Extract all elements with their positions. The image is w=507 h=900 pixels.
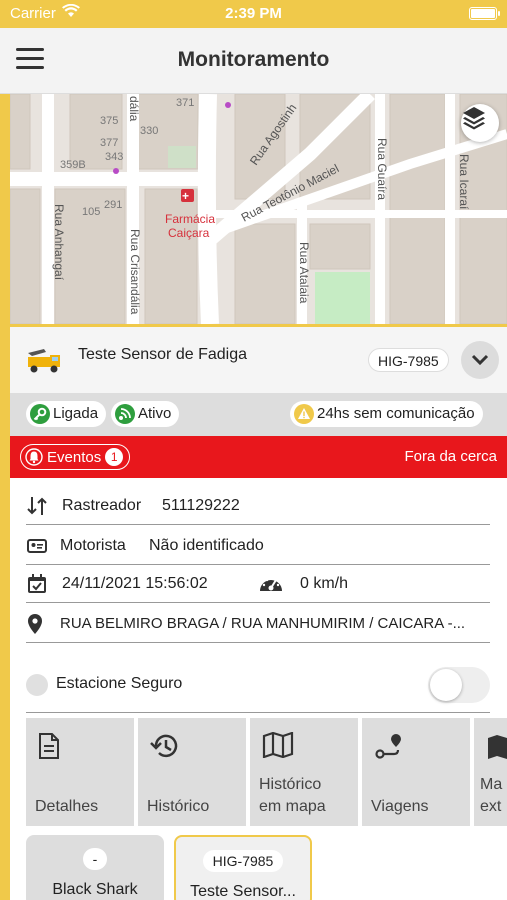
route-icon bbox=[374, 732, 404, 765]
vehicle-card-selected[interactable]: HIG-7985 Teste Sensor... bbox=[174, 835, 312, 900]
events-count-badge: 1 bbox=[105, 448, 124, 466]
map-number: 330 bbox=[140, 125, 158, 137]
map-view[interactable]: 371 375 330 377 343 359B 105 291 Rua Ago… bbox=[10, 94, 507, 324]
layers-button[interactable] bbox=[461, 104, 499, 142]
tracker-row: Rastreador 511129222 bbox=[26, 487, 490, 525]
driver-row: Motorista Não identificado bbox=[26, 527, 490, 565]
street-label: Rua Atalaia bbox=[297, 242, 311, 304]
warning-icon bbox=[294, 404, 314, 424]
vehicle-card-title: Teste Sensor... bbox=[190, 883, 296, 900]
vehicle-card-plate: - bbox=[82, 848, 108, 870]
map-number: 343 bbox=[105, 151, 123, 163]
map-number: 105 bbox=[82, 206, 100, 218]
vehicle-card-title: Black Shark bbox=[52, 881, 138, 898]
signal-icon bbox=[115, 404, 135, 424]
ignition-badge: Ligada bbox=[26, 401, 107, 427]
poi-label: Farmácia bbox=[165, 212, 215, 226]
vehicle-card-plate: HIG-7985 bbox=[202, 850, 284, 872]
street-label: Rua Icaraí bbox=[457, 154, 471, 210]
communication-badge: 24hs sem comunicação bbox=[290, 401, 483, 427]
datetime-speed-row: 24/11/2021 15:56:02 0 km/h bbox=[26, 565, 490, 603]
address-row: RUA BELMIRO BRAGA / RUA MANHUMIRIM / CAI… bbox=[26, 605, 490, 643]
layers-icon bbox=[463, 107, 485, 130]
document-icon bbox=[38, 732, 60, 765]
active-badge: Ativo bbox=[111, 401, 180, 427]
status-bar: Carrier 2:39 PM bbox=[0, 0, 507, 28]
street-label: Rua Anhangaí bbox=[52, 204, 66, 281]
calendar-check-icon bbox=[26, 573, 48, 600]
details-action[interactable]: Detalhes bbox=[26, 718, 134, 826]
street-label: dália bbox=[127, 96, 141, 122]
safe-parking-indicator bbox=[26, 674, 48, 696]
vehicle-plate-badge: HIG-7985 bbox=[368, 348, 449, 372]
location-pin-icon bbox=[26, 613, 44, 640]
poi-label: Caiçara bbox=[168, 226, 210, 240]
safe-parking-label: Estacione Seguro bbox=[56, 675, 183, 692]
driver-label: Motorista bbox=[60, 537, 126, 554]
history-map-action[interactable]: Histórico em mapa bbox=[250, 718, 358, 826]
page-title: Monitoramento bbox=[177, 48, 330, 71]
safe-parking-row: Estacione Seguro bbox=[26, 667, 490, 703]
safe-parking-toggle[interactable] bbox=[428, 667, 490, 703]
map-marker-icon bbox=[486, 732, 507, 765]
bell-icon bbox=[25, 448, 43, 466]
map-number: 371 bbox=[176, 97, 194, 109]
vehicle-sheet: Teste Sensor de Fadiga HIG-7985 Ligada A… bbox=[10, 324, 507, 900]
active-label: Ativo bbox=[138, 405, 172, 422]
key-icon bbox=[30, 404, 50, 424]
street-label: Rua Guaíra bbox=[375, 138, 389, 200]
events-button[interactable]: Eventos 1 bbox=[20, 444, 131, 470]
id-card-icon bbox=[26, 535, 48, 562]
folded-map-icon bbox=[262, 731, 294, 763]
expand-button[interactable] bbox=[461, 341, 499, 379]
events-label: Eventos bbox=[47, 448, 102, 466]
driver-value: Não identificado bbox=[149, 537, 264, 554]
side-accent-strip bbox=[0, 94, 10, 900]
geofence-alert: Fora da cerca bbox=[404, 448, 497, 465]
trips-action-label: Viagens bbox=[371, 798, 429, 815]
divider bbox=[26, 712, 490, 713]
address-value: RUA BELMIRO BRAGA / RUA MANHUMIRIM / CAI… bbox=[60, 615, 466, 632]
details-action-label: Detalhes bbox=[35, 798, 99, 815]
nav-bar: Monitoramento bbox=[0, 28, 507, 94]
speed-value: 0 km/h bbox=[300, 575, 349, 592]
map-number: 291 bbox=[104, 199, 122, 211]
clock: 2:39 PM bbox=[225, 5, 282, 22]
more-action[interactable]: Ma ext bbox=[474, 718, 507, 826]
history-action[interactable]: Histórico bbox=[138, 718, 246, 826]
battery-icon bbox=[469, 7, 500, 20]
tracker-label: Rastreador bbox=[62, 497, 142, 514]
vehicle-card[interactable]: - Black Shark bbox=[26, 835, 164, 900]
history-action-label: Histórico bbox=[147, 798, 210, 815]
map-number: 375 bbox=[100, 115, 118, 127]
truck-icon bbox=[26, 347, 62, 380]
events-bar: Eventos 1 Fora da cerca bbox=[10, 436, 507, 478]
more-action-label: Ma ext bbox=[480, 776, 503, 815]
vehicle-header[interactable]: Teste Sensor de Fadiga HIG-7985 bbox=[10, 327, 507, 393]
history-map-action-label: Histórico em mapa bbox=[259, 776, 326, 815]
speedometer-icon bbox=[258, 573, 284, 600]
ignition-label: Ligada bbox=[53, 405, 99, 422]
trips-action[interactable]: Viagens bbox=[362, 718, 470, 826]
datetime-value: 24/11/2021 15:56:02 bbox=[62, 575, 208, 592]
status-row: Ligada Ativo 24hs sem comunicação bbox=[10, 393, 507, 436]
communication-label: 24hs sem comunicação bbox=[317, 405, 475, 422]
history-icon bbox=[150, 732, 180, 765]
tracker-value: 511129222 bbox=[162, 497, 240, 514]
sort-arrows-icon bbox=[26, 495, 48, 522]
svg-text:+: + bbox=[182, 189, 189, 203]
map-number: 377 bbox=[100, 137, 118, 149]
street-label: Rua Crisandália bbox=[128, 229, 142, 315]
map-number: 359B bbox=[60, 159, 86, 171]
chevron-down-icon bbox=[471, 354, 489, 366]
vehicle-name: Teste Sensor de Fadiga bbox=[78, 346, 247, 363]
